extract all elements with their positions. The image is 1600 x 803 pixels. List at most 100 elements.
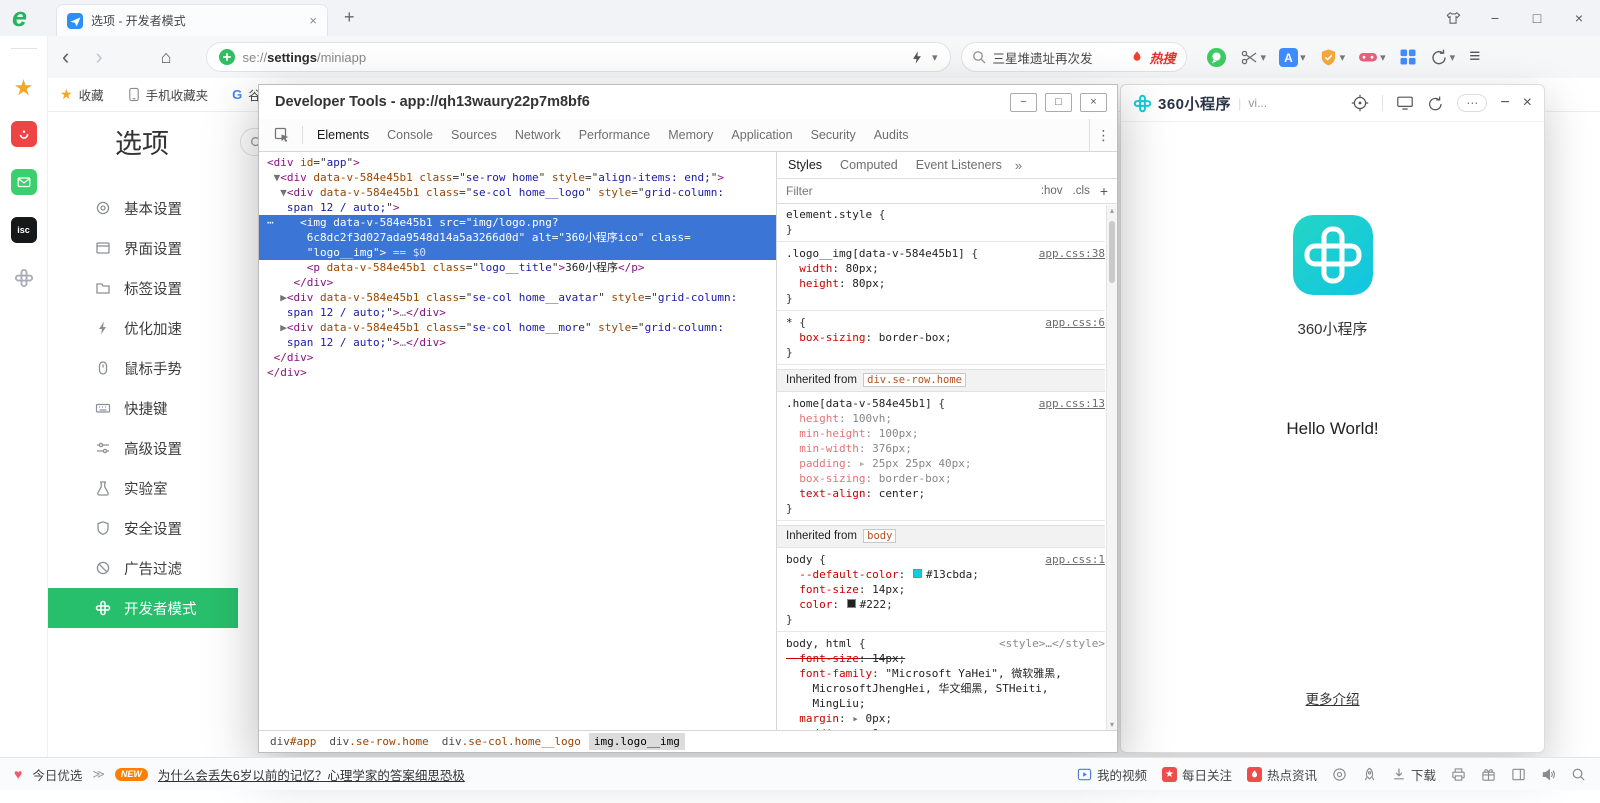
devtools-maximize-icon[interactable]: □ [1045, 93, 1072, 112]
tab-styles[interactable]: Styles [779, 152, 831, 178]
code-line[interactable]: app.css:13.home[data-v-584e45b1] { [777, 396, 1105, 411]
miniapp-minimize-icon[interactable]: − [1500, 94, 1509, 112]
code-line[interactable]: } [777, 291, 1105, 311]
sidebar-item-mouse-gestures[interactable]: 鼠标手势 [48, 348, 238, 388]
code-line[interactable]: app.css:6* { [777, 315, 1105, 330]
lightning-icon[interactable] [910, 50, 924, 65]
search-query[interactable]: 三星堆遗址再次发 [993, 48, 1124, 67]
dropdown-icon[interactable]: ▾ [1300, 51, 1306, 64]
game-center-icon[interactable] [1332, 767, 1347, 782]
styles-scrollbar[interactable]: ▴ ▾ [1106, 205, 1117, 730]
browser-360-logo[interactable]: e [12, 2, 27, 33]
code-line[interactable]: <div id="app"> [259, 155, 776, 170]
new-tab-button[interactable]: + [344, 7, 355, 28]
sidebar-item-interface-settings[interactable]: 界面设置 [48, 228, 238, 268]
miniapp-close-icon[interactable]: × [1523, 94, 1532, 112]
security-shield-icon[interactable]: ▾ [1316, 45, 1349, 70]
back-icon[interactable]: ‹ [56, 46, 75, 68]
home-icon[interactable]: ⌂ [155, 48, 178, 66]
sidebar-item-advanced-settings[interactable]: 高级设置 [48, 428, 238, 468]
class-toggle[interactable]: .cls [1073, 185, 1090, 197]
miniapp-clover-icon-gray[interactable] [11, 265, 37, 291]
skin-icon[interactable] [1432, 0, 1474, 36]
messages-icon[interactable] [1203, 44, 1230, 71]
devtools-close-icon[interactable]: × [1080, 93, 1107, 112]
devtools-minimize-icon[interactable]: − [1010, 93, 1037, 112]
scroll-down-icon[interactable]: ▾ [1107, 720, 1117, 729]
code-line[interactable]: </div> [259, 350, 776, 365]
code-line[interactable]: } [777, 501, 1105, 521]
mail-icon[interactable] [11, 169, 37, 195]
tab-performance[interactable]: Performance [570, 119, 660, 151]
hot-news-item[interactable]: 热点资讯 [1247, 765, 1317, 784]
window-close-icon[interactable]: × [1558, 0, 1600, 36]
crumb-home-logo[interactable]: div.se-col.home__logo [437, 733, 586, 750]
inspect-element-icon[interactable] [274, 127, 290, 143]
code-line[interactable]: Inherited from div.se-row.home [777, 369, 1105, 392]
code-line[interactable]: ⋯ <img data-v-584e45b1 src="img/logo.png… [259, 215, 776, 230]
sidebar-item-developer-mode[interactable]: 开发者模式 [48, 588, 238, 628]
more-tabs-icon[interactable]: » [1015, 158, 1022, 173]
favorites-star-icon[interactable]: ★ [14, 75, 34, 101]
styles-filter-input[interactable] [786, 184, 1031, 198]
news-feed-icon[interactable] [11, 121, 37, 147]
isc-badge[interactable]: isc [11, 217, 37, 243]
dropdown-icon[interactable]: ▾ [1380, 51, 1386, 64]
tab-security[interactable]: Security [802, 119, 865, 151]
locate-icon[interactable] [1351, 94, 1369, 112]
code-line[interactable]: ▼<div data-v-584e45b1 class="se-row home… [259, 170, 776, 185]
code-line[interactable]: <p data-v-584e45b1 class="logo__title">3… [259, 260, 776, 275]
screenshot-scissors-icon[interactable]: ▾ [1237, 45, 1270, 70]
code-line[interactable]: span 12 / auto;"> [259, 200, 776, 215]
code-line[interactable]: margin: ▸ 0px; [777, 711, 1105, 726]
scroll-up-icon[interactable]: ▴ [1107, 206, 1117, 215]
refresh-icon[interactable] [1427, 95, 1444, 112]
miniapp-titlebar[interactable]: 360小程序 | vi... ⋯ − × [1121, 85, 1544, 122]
hot-search-label[interactable]: 热搜 [1150, 48, 1176, 67]
code-line[interactable]: ▶<div data-v-584e45b1 class="se-col home… [259, 290, 776, 305]
code-line[interactable]: Inherited from body [777, 525, 1105, 548]
code-line[interactable]: font-size: 14px; [777, 582, 1105, 597]
translate-icon[interactable]: A ▾ [1276, 45, 1309, 70]
code-line[interactable]: font-family: "Microsoft YaHei", 微软雅黑, [777, 666, 1105, 681]
tab-audits[interactable]: Audits [865, 119, 918, 151]
crumb-app[interactable]: div#app [265, 733, 321, 750]
bookmark-phone-folder[interactable]: 手机收藏夹 [128, 85, 209, 104]
code-line[interactable]: height: 80px; [777, 276, 1105, 291]
devtools-more-icon[interactable]: ⋮ [1089, 119, 1117, 151]
reading-panel-icon[interactable] [1511, 767, 1526, 782]
dropdown-icon[interactable]: ▾ [1450, 51, 1456, 64]
tab-close-icon[interactable]: × [309, 13, 317, 28]
code-line[interactable]: span 12 / auto;">…</div> [259, 335, 776, 350]
code-line[interactable]: span 12 / auto;">…</div> [259, 305, 776, 320]
crumb-logo-img[interactable]: img.logo__img [589, 733, 685, 750]
sidebar-item-shortcuts[interactable]: 快捷键 [48, 388, 238, 428]
code-line[interactable]: 6c8dc2f3d027ada9548d14a5a3266d0d" alt="3… [259, 230, 776, 245]
code-line[interactable]: "logo__img"> == $0 [259, 245, 776, 260]
code-line[interactable]: } [777, 345, 1105, 365]
code-line[interactable]: box-sizing: border-box; [777, 330, 1105, 345]
code-line[interactable]: height: 100vh; [777, 411, 1105, 426]
code-line[interactable]: element.style { [777, 207, 1105, 222]
tab-elements[interactable]: Elements [308, 119, 378, 151]
tab-application[interactable]: Application [722, 119, 801, 151]
rocket-icon[interactable] [1362, 767, 1377, 782]
address-bar[interactable]: se://settings/miniapp ▾ [206, 42, 951, 72]
pseudo-state-toggle[interactable]: :hov [1041, 185, 1063, 197]
styles-panel[interactable]: element.style {}app.css:38.logo__img[dat… [777, 204, 1117, 730]
printer-icon[interactable] [1451, 767, 1466, 782]
sidebar-item-basic-settings[interactable]: 基本设置 [48, 188, 238, 228]
forward-icon[interactable]: › [89, 46, 108, 68]
more-info-link[interactable]: 更多介绍 [1306, 688, 1360, 708]
recently-closed-icon[interactable]: ▾ [1427, 45, 1459, 69]
code-line[interactable]: --default-color: #13cbda; [777, 567, 1105, 582]
zoom-icon[interactable] [1571, 767, 1586, 782]
code-line[interactable]: min-width: 376px; [777, 441, 1105, 456]
window-maximize-icon[interactable]: □ [1516, 0, 1558, 36]
tab-console[interactable]: Console [378, 119, 442, 151]
sidebar-item-ad-filter[interactable]: 广告过滤 [48, 548, 238, 588]
games-icon[interactable]: ▾ [1355, 44, 1389, 70]
download-item[interactable]: 下载 [1392, 765, 1436, 784]
expand-icon[interactable]: ≫ [92, 767, 105, 781]
miniapp-more-icon[interactable]: ⋯ [1457, 94, 1487, 112]
